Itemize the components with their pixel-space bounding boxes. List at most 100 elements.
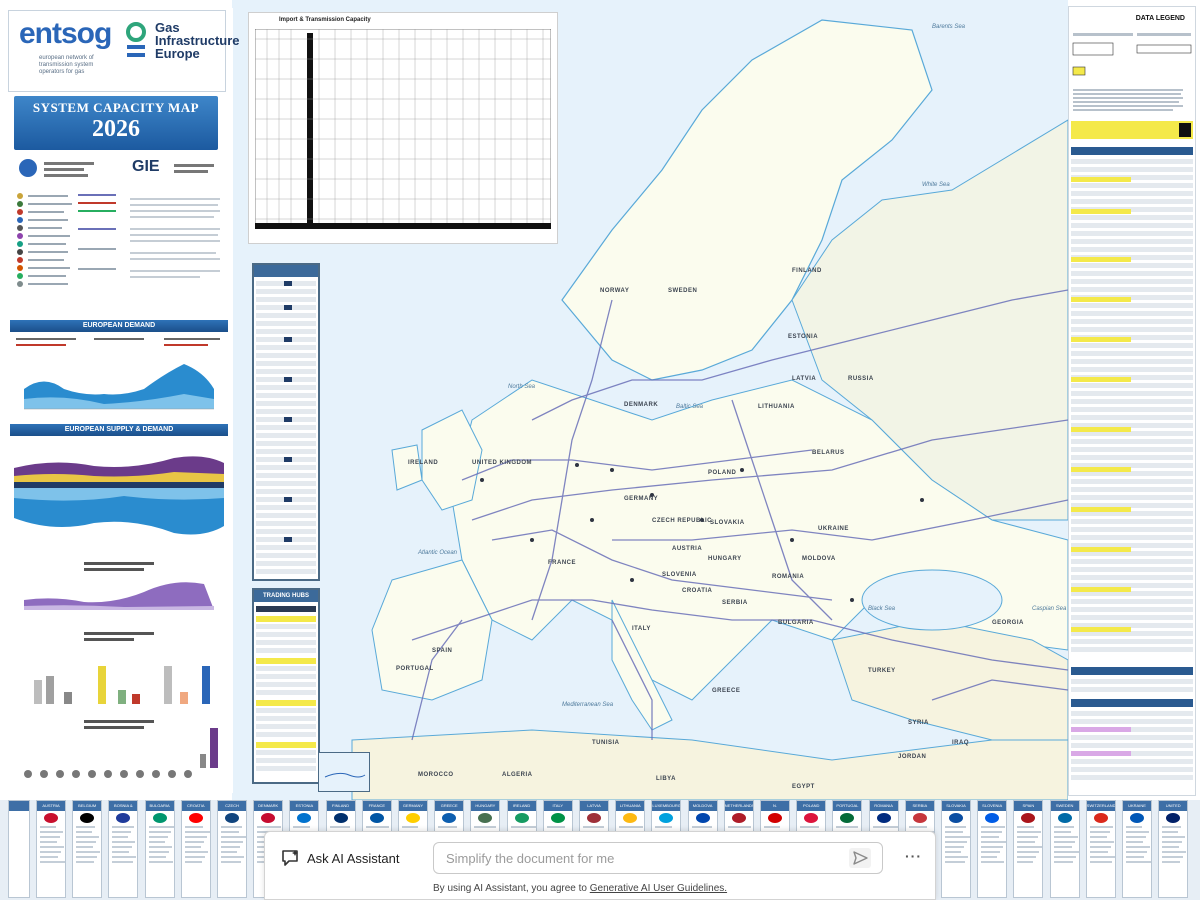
country-card-name: SERBIA xyxy=(905,801,934,811)
country-card-line xyxy=(148,851,169,853)
country-card-line xyxy=(1089,836,1107,838)
country-card: BELGIUM xyxy=(72,800,103,898)
country-card-name: SWEDEN xyxy=(1050,801,1079,811)
country-card-line xyxy=(619,826,644,828)
country-card-line xyxy=(76,851,101,853)
country-card-line xyxy=(836,826,859,828)
country-card-line xyxy=(1162,826,1182,828)
ai-prompt-input[interactable] xyxy=(433,842,883,874)
country-flag-icon xyxy=(731,813,746,823)
country-card-line xyxy=(221,841,243,843)
country-card-name: GERMANY xyxy=(399,801,427,811)
map-legend xyxy=(14,188,224,313)
country-card-name: SPAIN xyxy=(1014,801,1043,811)
country-card-line xyxy=(727,826,751,828)
country-card-line xyxy=(945,851,961,853)
country-card-line xyxy=(221,851,237,853)
country-card: AUSTRIA xyxy=(36,800,66,898)
country-flag-icon xyxy=(1021,813,1036,823)
map-label-iraq: IRAQ xyxy=(952,740,969,746)
country-card: UKRAINE xyxy=(1122,800,1152,898)
ai-assistant-label[interactable]: Ask AI Assistant xyxy=(307,851,400,866)
country-card: CROATIA xyxy=(180,800,211,898)
send-button[interactable] xyxy=(849,848,871,868)
country-flag-icon xyxy=(1130,813,1144,823)
map-label-poland: POLAND xyxy=(708,470,737,476)
country-card-line xyxy=(112,841,136,843)
country-card-line xyxy=(76,831,93,833)
trading-hubs-panel: TRADING HUBS xyxy=(252,588,320,784)
ai-assistant-bar: Ask AI Assistant ··· By using AI Assista… xyxy=(264,831,936,900)
capacity-map-page: NORWAY SWEDEN FINLAND ESTONIA LATVIA LIT… xyxy=(0,0,1200,900)
country-card-line xyxy=(221,846,240,848)
country-card-name: N. MACEDONIA xyxy=(761,801,789,811)
country-card-name: CROATIA xyxy=(181,801,210,811)
country-card-line xyxy=(221,836,246,838)
map-label-russia: RUSSIA xyxy=(848,376,874,382)
country-card: SPAIN xyxy=(1013,800,1044,898)
map-label-slovakia: SLOVAKIA xyxy=(710,520,745,526)
country-card-line xyxy=(293,826,311,828)
country-card-line xyxy=(1162,846,1180,848)
country-flag-icon xyxy=(876,813,891,823)
country-card-line xyxy=(148,841,165,843)
map-label-egypt: EGYPT xyxy=(792,784,815,790)
country-card-line xyxy=(981,831,1003,833)
country-card-line xyxy=(148,861,173,863)
country-flag-icon xyxy=(695,813,710,823)
country-card-line xyxy=(1053,861,1073,863)
country-card-name: BULGARIA xyxy=(145,801,174,811)
more-options-icon[interactable]: ··· xyxy=(905,848,922,864)
sea-label-caspian: Caspian Sea xyxy=(1032,606,1067,612)
ai-terms-prefix: By using AI Assistant, you agree to xyxy=(433,883,590,894)
country-card-line xyxy=(945,846,964,848)
map-label-spain: SPAIN xyxy=(432,648,453,654)
country-card-line xyxy=(1089,841,1114,843)
country-card-line xyxy=(908,826,927,828)
map-year: 2026 xyxy=(92,116,140,142)
country-card-line xyxy=(981,851,1001,853)
country-card-line xyxy=(1162,831,1179,833)
logo-header: entsog european network of transmission … xyxy=(8,10,240,92)
ai-assistant-icon[interactable] xyxy=(281,849,301,867)
country-card-line xyxy=(583,826,604,828)
country-flag-icon xyxy=(225,813,239,823)
country-card-line xyxy=(112,856,137,858)
interconnection-panel xyxy=(252,263,320,581)
inset-map xyxy=(318,752,370,792)
country-card-line xyxy=(148,831,171,833)
map-label-georgia: GEORGIA xyxy=(992,620,1024,626)
map-label-slovenia: SLOVENIA xyxy=(662,572,697,578)
country-card-name: ESTONIA xyxy=(290,801,319,811)
country-card: SLOVAKIA xyxy=(941,800,971,898)
storage-chart-art xyxy=(24,562,214,610)
country-flag-icon xyxy=(550,813,565,823)
country-card-line xyxy=(402,826,418,828)
country-card-line xyxy=(1162,851,1187,853)
country-card-line xyxy=(1126,841,1143,843)
sea-label-mediterranean: Mediterranean Sea xyxy=(562,702,614,708)
country-card-name: UNITED KINGDOM xyxy=(1159,801,1188,811)
country-card: BULGARIA xyxy=(144,800,175,898)
country-card-line xyxy=(221,856,244,858)
country-card-line xyxy=(40,851,61,853)
country-card-line xyxy=(184,841,204,843)
country-card-line xyxy=(1126,861,1151,863)
country-flag-icon xyxy=(152,813,167,823)
ai-guidelines-link[interactable]: Generative AI User Guidelines. xyxy=(590,883,727,894)
country-card-name: ITALY xyxy=(543,801,572,811)
map-label-germany: GERMANY xyxy=(624,496,659,502)
map-label-belarus: BELARUS xyxy=(812,450,845,456)
country-card-line xyxy=(1053,856,1076,858)
country-card-line xyxy=(40,846,64,848)
country-flag-icon xyxy=(840,813,855,823)
country-card-name: PORTUGAL xyxy=(833,801,862,811)
sea-label-black: Black Sea xyxy=(868,606,896,612)
country-card-line xyxy=(510,826,536,828)
country-card-line xyxy=(184,831,210,833)
country-flag-icon xyxy=(297,813,312,823)
map-label-algeria: ALGERIA xyxy=(502,772,533,778)
country-card: SLOVENIA xyxy=(977,800,1008,898)
supply-demand-chart-art xyxy=(14,456,224,535)
data-legend-art xyxy=(1071,33,1193,780)
